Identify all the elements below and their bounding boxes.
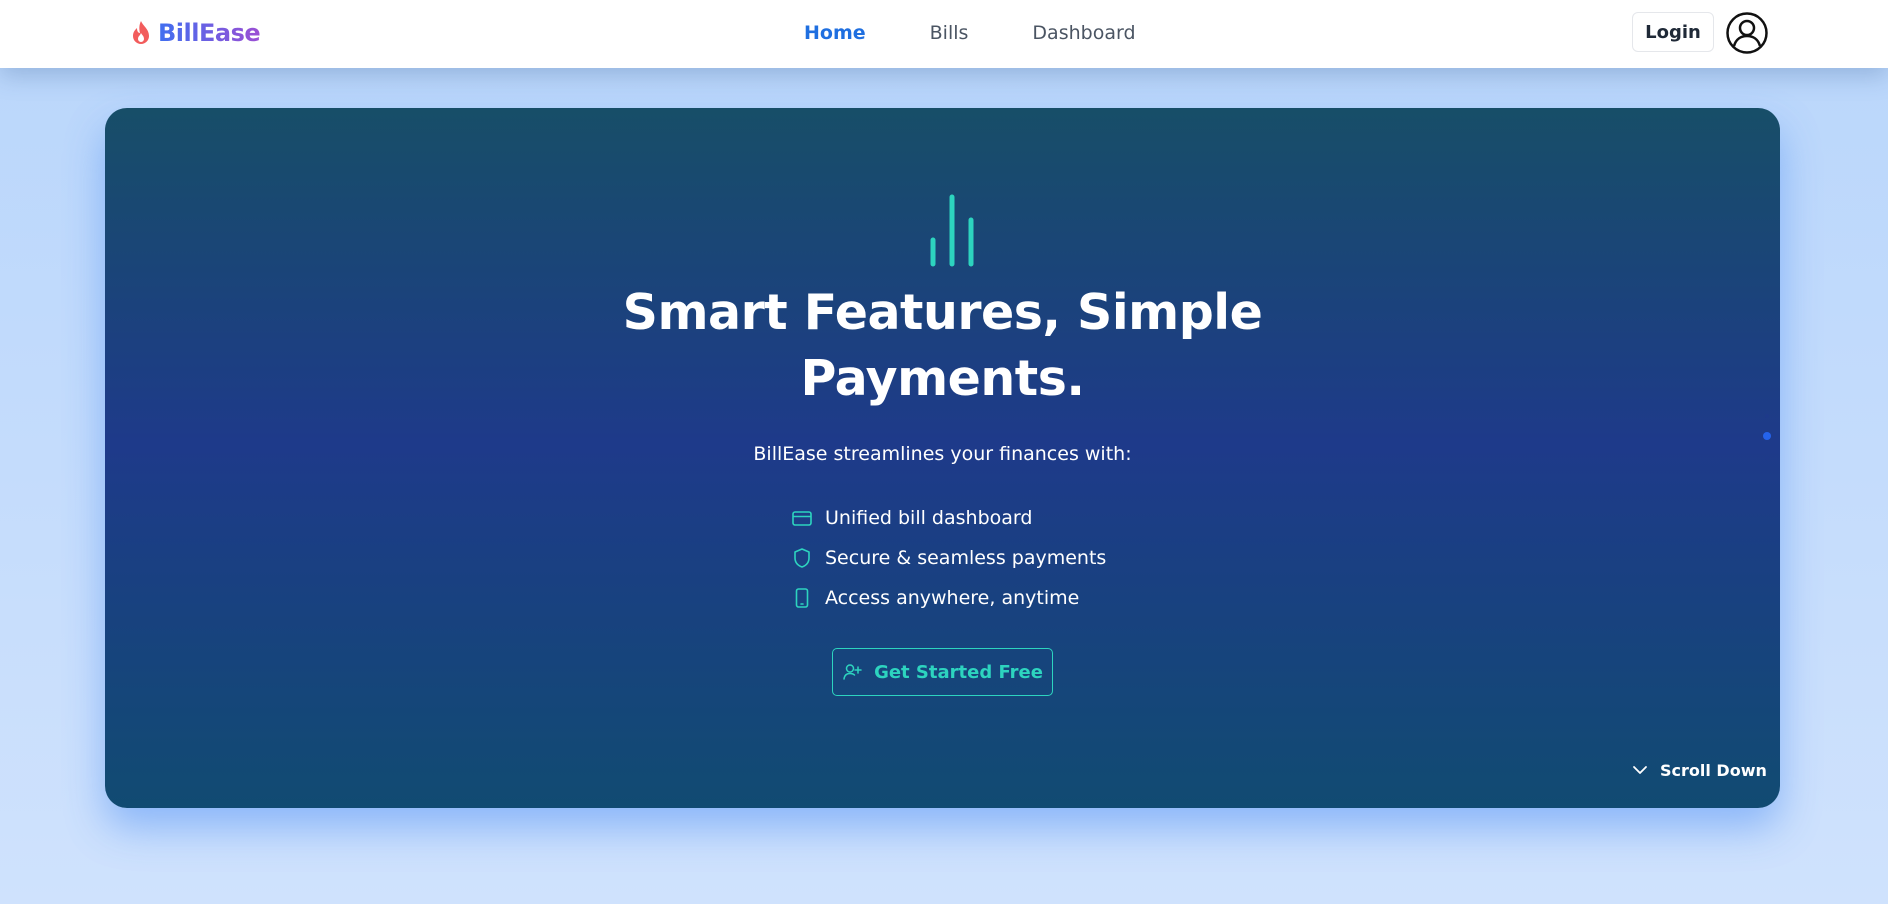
feature-label: Unified bill dashboard xyxy=(825,507,1033,529)
get-started-button[interactable]: Get Started Free xyxy=(832,648,1053,696)
brand-name: BillEase xyxy=(158,19,261,47)
get-started-label: Get Started Free xyxy=(874,661,1043,683)
hero-subtitle: BillEase streamlines your finances with: xyxy=(753,443,1132,465)
feature-label: Secure & seamless payments xyxy=(825,547,1107,569)
user-plus-icon xyxy=(843,664,862,680)
smartphone-icon xyxy=(795,588,809,608)
user-circle-icon[interactable] xyxy=(1725,11,1769,55)
nav-link-bills[interactable]: Bills xyxy=(930,19,969,47)
main-nav: Home Bills Dashboard xyxy=(804,19,1136,47)
pagination-dot-active[interactable] xyxy=(1763,432,1771,440)
hero-panel: Smart Features, Simple Payments. BillEas… xyxy=(105,108,1780,808)
hero-title-line1: Smart Features, Simple xyxy=(622,284,1263,341)
nav-link-dashboard[interactable]: Dashboard xyxy=(1032,19,1135,47)
hero-title: Smart Features, Simple Payments. xyxy=(105,280,1780,412)
hero-title-line2: Payments. xyxy=(800,350,1085,407)
login-button[interactable]: Login xyxy=(1632,12,1714,52)
credit-card-icon xyxy=(792,511,812,526)
brand-logo[interactable]: BillEase xyxy=(130,16,261,50)
bar-chart-icon xyxy=(930,194,974,267)
feature-item: Secure & seamless payments xyxy=(791,538,1106,578)
chevron-down-icon xyxy=(1633,766,1647,774)
feature-label: Access anywhere, anytime xyxy=(825,587,1080,609)
nav-link-home[interactable]: Home xyxy=(804,19,866,47)
top-navbar: BillEase Home Bills Dashboard Login xyxy=(0,0,1888,68)
pagination-dot[interactable] xyxy=(1765,414,1769,418)
pagination-dot[interactable] xyxy=(1765,456,1769,460)
flame-icon xyxy=(133,21,149,44)
scroll-down-label: Scroll Down xyxy=(1660,760,1767,780)
shield-icon xyxy=(794,548,810,568)
feature-item: Access anywhere, anytime xyxy=(791,578,1106,618)
feature-item: Unified bill dashboard xyxy=(791,498,1106,538)
scroll-down-link[interactable]: Scroll Down xyxy=(1630,760,1767,780)
feature-list: Unified bill dashboard Secure & seamless… xyxy=(791,498,1106,618)
